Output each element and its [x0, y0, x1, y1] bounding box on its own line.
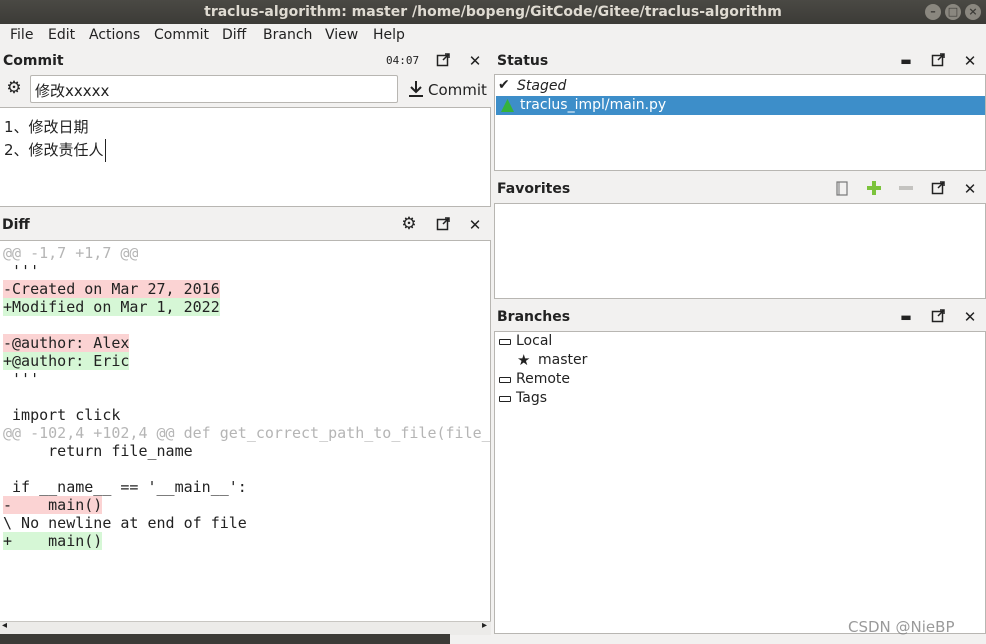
diff-added-line: + main() — [3, 532, 103, 550]
commit-message-editor[interactable]: 1、修改日期 2、修改责任人 — [0, 107, 491, 207]
diff-context-line: \ No newline at end of file — [3, 514, 247, 532]
remove-favorite-icon[interactable] — [898, 180, 914, 196]
window-title: traclus-algorithm: master /home/bopeng/G… — [204, 4, 782, 20]
menu-file[interactable]: File — [10, 27, 33, 43]
staged-file-name: traclus_impl/main.py — [520, 97, 667, 113]
commit-summary-text: 修改xxxxx — [35, 82, 110, 100]
float-diff-panel-icon[interactable] — [435, 217, 451, 233]
diff-hunk-header: @@ -102,4 +102,4 @@ def get_correct_path… — [3, 424, 491, 442]
diff-context-line: if __name__ == '__main__': — [3, 478, 247, 496]
current-branch-star-icon: ★ — [517, 351, 531, 369]
diff-panel-title: Diff — [2, 217, 30, 233]
diff-added-line: +@author: Eric — [3, 352, 130, 370]
download-arrow-icon — [409, 81, 423, 97]
branches-panel-title: Branches — [497, 309, 571, 325]
watermark: CSDN @NieBP — [848, 618, 955, 636]
branches-tree[interactable]: Local ★ master Remote Tags — [494, 331, 986, 634]
scroll-right-arrow-icon[interactable]: ▸ — [482, 620, 487, 631]
close-commit-panel-icon[interactable]: ✕ — [467, 53, 483, 69]
close-diff-panel-icon[interactable]: ✕ — [467, 217, 483, 233]
add-favorite-icon[interactable] — [866, 180, 882, 196]
close-branches-panel-icon[interactable]: ✕ — [962, 309, 978, 325]
commit-message-line: 2、修改责任人 — [4, 139, 106, 162]
tags-expand-icon[interactable] — [499, 396, 511, 402]
diff-removed-line: -Created on Mar 27, 2016 — [3, 280, 220, 298]
check-icon: ✔ — [498, 77, 510, 93]
remote-expand-icon[interactable] — [499, 377, 511, 383]
minimize-icon[interactable]: – — [925, 4, 941, 20]
float-favorites-panel-icon[interactable] — [930, 181, 946, 197]
float-branches-panel-icon[interactable] — [930, 309, 946, 325]
favorites-bookmark-icon[interactable] — [834, 181, 850, 197]
menu-actions[interactable]: Actions — [89, 27, 140, 43]
status-strip — [0, 634, 450, 644]
diff-context-line: import click — [3, 406, 121, 424]
branches-panel-menu-icon[interactable]: ▬ — [898, 309, 914, 325]
menu-bar: File Edit Actions Commit Diff Branch Vie… — [0, 24, 986, 48]
status-panel-menu-icon[interactable]: ▬ — [898, 53, 914, 69]
diff-view[interactable]: @@ -1,7 +1,7 @@ ''' -Created on Mar 27, 2… — [0, 240, 491, 634]
diff-added-line: +Modified on Mar 1, 2022 — [3, 298, 220, 316]
commit-summary-input[interactable]: 修改xxxxx — [30, 75, 398, 103]
close-window-icon[interactable]: × — [965, 4, 981, 20]
commit-message-line: 1、修改日期 — [4, 118, 89, 136]
menu-edit[interactable]: Edit — [48, 27, 75, 43]
commit-panel-title: Commit — [3, 53, 64, 69]
diff-context-line: ''' — [3, 370, 40, 388]
float-commit-panel-icon[interactable] — [435, 53, 451, 69]
diff-options-gear-icon[interactable]: ⚙ — [401, 216, 417, 233]
scroll-left-arrow-icon[interactable]: ◂ — [2, 620, 7, 631]
branches-tags[interactable]: Tags — [516, 390, 547, 406]
window-titlebar: traclus-algorithm: master /home/bopeng/G… — [0, 0, 986, 24]
menu-branch[interactable]: Branch — [263, 27, 312, 43]
favorites-panel-title: Favorites — [497, 181, 571, 197]
diff-removed-line: - main() — [3, 496, 103, 514]
branches-remote[interactable]: Remote — [516, 371, 570, 387]
diff-context-line: return file_name — [3, 442, 193, 460]
commit-options-gear-icon[interactable]: ⚙ — [6, 80, 22, 97]
menu-diff[interactable]: Diff — [222, 27, 246, 43]
status-panel-title: Status — [497, 53, 549, 69]
maximize-icon[interactable]: □ — [945, 4, 961, 20]
close-status-panel-icon[interactable]: ✕ — [962, 53, 978, 69]
commit-button-label: Commit — [428, 81, 487, 99]
added-file-icon — [501, 99, 514, 112]
favorites-list[interactable] — [494, 203, 986, 299]
close-favorites-panel-icon[interactable]: ✕ — [962, 181, 978, 197]
commit-time: 04:07 — [386, 54, 420, 67]
float-status-panel-icon[interactable] — [930, 53, 946, 69]
diff-removed-line: -@author: Alex — [3, 334, 130, 352]
local-expand-icon[interactable] — [499, 339, 511, 345]
diff-horizontal-scrollbar[interactable]: ◂ ▸ — [0, 620, 491, 635]
staged-file-row[interactable]: traclus_impl/main.py — [496, 96, 985, 115]
diff-context-line: ''' — [3, 262, 40, 280]
diff-hunk-header: @@ -1,7 +1,7 @@ — [3, 244, 139, 262]
menu-view[interactable]: View — [325, 27, 358, 43]
staged-section-label[interactable]: Staged — [517, 78, 566, 94]
branches-local[interactable]: Local — [516, 333, 552, 349]
menu-help[interactable]: Help — [373, 27, 405, 43]
menu-commit[interactable]: Commit — [154, 27, 209, 43]
branch-master[interactable]: master — [538, 352, 587, 368]
status-tree[interactable]: ✔ Staged traclus_impl/main.py — [494, 74, 986, 171]
